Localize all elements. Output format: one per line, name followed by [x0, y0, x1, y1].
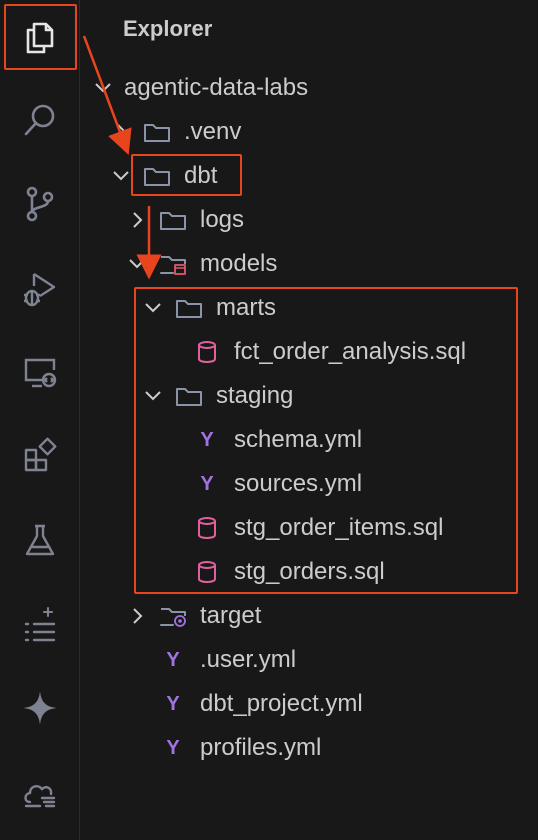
tree-item-label: fct_order_analysis.sql — [234, 338, 467, 365]
search-icon[interactable] — [14, 94, 66, 146]
tree-item-label: staging — [216, 382, 294, 409]
tree-item-label: schema.yml — [234, 426, 363, 453]
tree-item-label: dbt — [184, 162, 218, 189]
tree-file-stg-orders-sql[interactable]: stg_orders.sql — [192, 550, 385, 594]
tree-folder-agentic-data-labs[interactable]: agentic-data-labs — [92, 66, 308, 110]
tree-folder-target[interactable]: target — [126, 594, 261, 638]
tree-folder-venv[interactable]: .venv — [110, 110, 241, 154]
explorer-title: Explorer — [123, 16, 213, 41]
activity-bar — [0, 0, 80, 840]
remote-explorer-icon[interactable] — [14, 346, 66, 398]
tree-file-profiles-yml[interactable]: Yprofiles.yml — [158, 726, 321, 770]
chevron-right-icon[interactable] — [126, 605, 148, 627]
tree-item-label: logs — [200, 206, 245, 233]
yaml-file-icon: Y — [166, 648, 180, 671]
cloud-icon[interactable] — [14, 766, 66, 818]
tree-item-label: agentic-data-labs — [124, 74, 309, 101]
tree-folder-dbt[interactable]: dbt — [110, 154, 217, 198]
tree-item-label: target — [200, 602, 262, 629]
tree-folder-staging[interactable]: staging — [142, 374, 293, 418]
database-file-icon — [192, 559, 222, 585]
chevron-down-icon[interactable] — [110, 165, 132, 187]
tree-item-label: dbt_project.yml — [200, 690, 363, 717]
files-icon[interactable] — [14, 10, 66, 62]
yaml-file-icon: Y — [200, 472, 214, 495]
run-debug-icon[interactable] — [14, 262, 66, 314]
tree-file-dbt-project-yml[interactable]: Ydbt_project.yml — [158, 682, 363, 726]
tree-file-sources-yml[interactable]: Ysources.yml — [192, 462, 362, 506]
tree-item-label: stg_order_items.sql — [234, 514, 444, 541]
tree-folder-marts[interactable]: marts — [142, 286, 276, 330]
tree-item-label: .venv — [184, 118, 242, 145]
target-folder-icon — [158, 603, 188, 629]
chevron-down-icon[interactable] — [142, 385, 164, 407]
tree-file-fct-order-analysis-sql[interactable]: fct_order_analysis.sql — [192, 330, 466, 374]
folder-icon — [142, 119, 172, 145]
tree-item-label: sources.yml — [234, 470, 363, 497]
chevron-down-icon[interactable] — [142, 297, 164, 319]
models-folder-icon — [158, 251, 188, 277]
chevron-right-icon[interactable] — [126, 209, 148, 231]
tree-item-label: stg_orders.sql — [234, 558, 385, 585]
tree-item-label: models — [200, 250, 278, 277]
chevron-right-icon[interactable] — [110, 121, 132, 143]
tree-file-stg-order-items-sql[interactable]: stg_order_items.sql — [192, 506, 443, 550]
tree-item-label: .user.yml — [200, 646, 297, 673]
tree-folder-logs[interactable]: logs — [126, 198, 244, 242]
database-file-icon — [192, 339, 222, 365]
timeline-icon[interactable] — [14, 598, 66, 650]
folder-icon — [174, 383, 204, 409]
tree-file-user-yml[interactable]: Y .user.yml — [158, 638, 296, 682]
tree-folder-models[interactable]: models — [126, 242, 277, 286]
testing-icon[interactable] — [14, 514, 66, 566]
folder-icon — [174, 295, 204, 321]
source-control-icon[interactable] — [14, 178, 66, 230]
database-file-icon — [192, 515, 222, 541]
yaml-file-icon: Y — [200, 428, 214, 451]
extensions-icon[interactable] — [14, 430, 66, 482]
yaml-file-icon: Y — [166, 692, 180, 715]
chevron-down-icon[interactable] — [126, 253, 148, 275]
folder-icon — [158, 207, 188, 233]
yaml-file-icon: Y — [166, 736, 180, 759]
tree-item-label: profiles.yml — [200, 734, 322, 761]
chevron-down-icon[interactable] — [92, 77, 114, 99]
folder-icon — [142, 163, 172, 189]
tree-file-schema-yml[interactable]: Yschema.yml — [192, 418, 362, 462]
tree-item-label: marts — [216, 294, 276, 321]
sparkle-icon[interactable] — [14, 682, 66, 734]
